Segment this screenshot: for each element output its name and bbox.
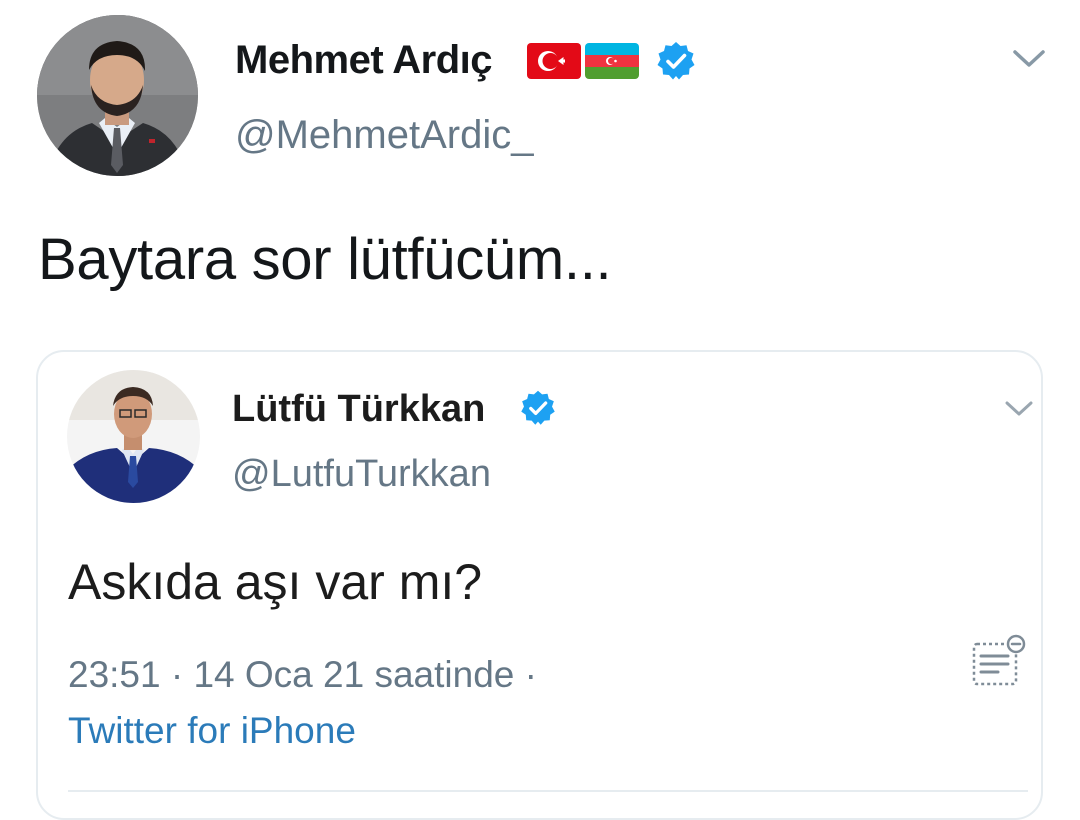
verified-badge-icon xyxy=(519,389,557,427)
author-flags xyxy=(527,43,639,79)
quoted-tweet-timestamp[interactable]: 23:51 · 14 Oca 21 saatinde · xyxy=(68,654,537,696)
tweet-analytics-icon[interactable] xyxy=(968,632,1030,690)
quoted-author-name[interactable]: Lütfü Türkkan xyxy=(232,388,485,431)
quoted-author-avatar[interactable] xyxy=(67,370,200,503)
divider xyxy=(68,790,1028,792)
author-handle[interactable]: @MehmetArdic_ xyxy=(235,113,533,158)
quoted-tweet-source-link[interactable]: Twitter for iPhone xyxy=(68,710,356,752)
quoted-author-handle[interactable]: @LutfuTurkkan xyxy=(232,453,491,496)
chevron-down-icon[interactable] xyxy=(1004,399,1034,419)
chevron-down-icon[interactable] xyxy=(1012,48,1046,70)
author-avatar[interactable] xyxy=(37,15,198,176)
author-name[interactable]: Mehmet Ardıç xyxy=(235,38,493,83)
tweet: Mehmet Ardıç @MehmetArdic_ Baytara sor l… xyxy=(0,0,1080,820)
azerbaijan-flag-icon xyxy=(585,43,639,79)
turkey-flag-icon xyxy=(527,43,581,79)
verified-badge-icon xyxy=(655,40,697,82)
quoted-tweet-text: Askıda aşı var mı? xyxy=(68,554,483,610)
tweet-text: Baytara sor lütfücüm... xyxy=(38,227,612,292)
